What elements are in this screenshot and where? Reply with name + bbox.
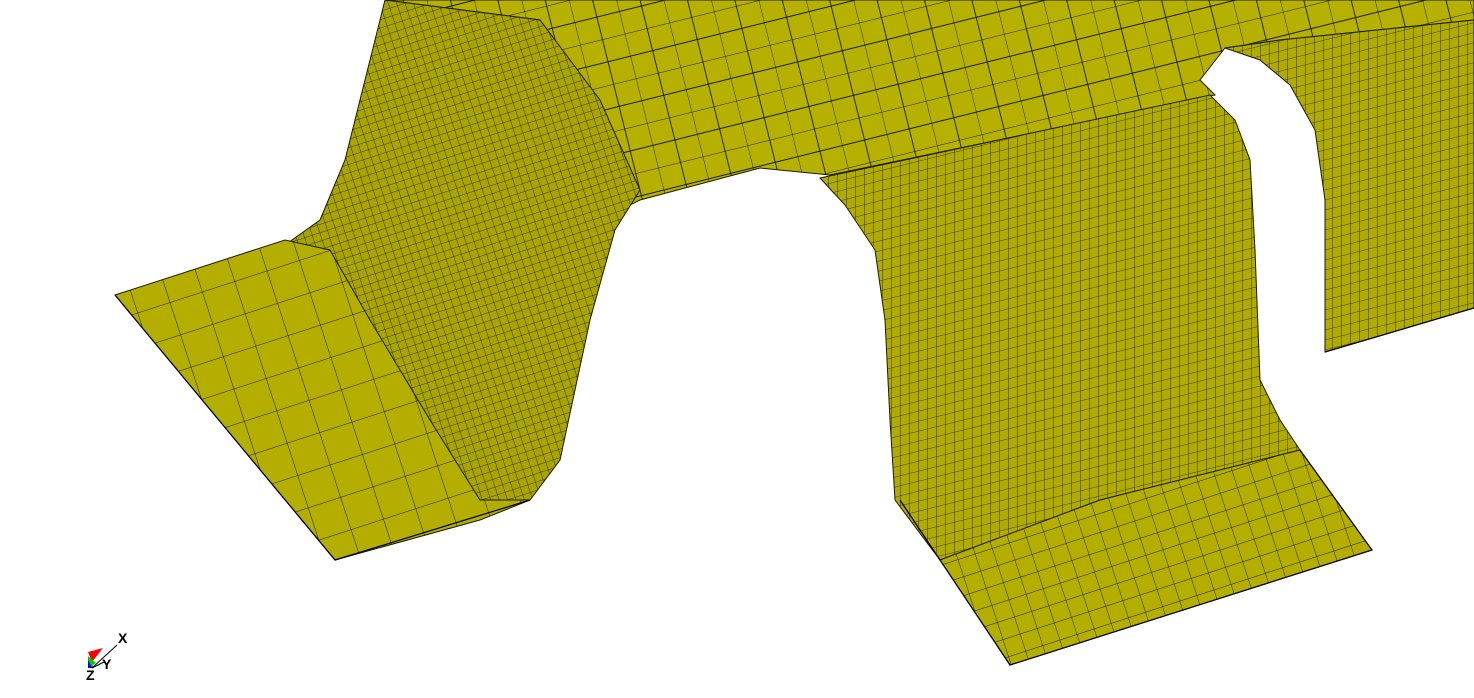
triad-x-label: X: [118, 630, 128, 646]
triad-z-label: Z: [86, 667, 95, 683]
mesh-right-wall: [1224, 19, 1474, 353]
triad-y-label: Y: [102, 656, 112, 672]
fe-mesh-viewport[interactable]: [0, 0, 1474, 698]
